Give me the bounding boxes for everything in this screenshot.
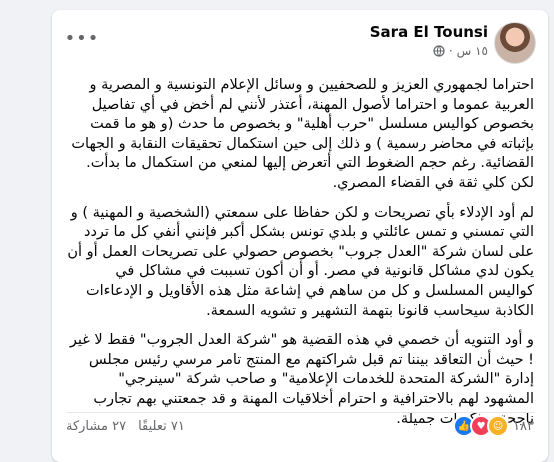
post-paragraph: لم أود الإدلاء بأي تصريحات و لكن حفاظا ع…: [67, 204, 534, 319]
post-footer: 👍 ♥ ☺ ١٨٣ ٧١ تعليقًا ٢٧ مشاركة: [66, 412, 534, 439]
meta-separator: ·: [448, 44, 453, 58]
reaction-icons: 👍 ♥ ☺: [453, 415, 510, 437]
globe-icon: [433, 45, 445, 57]
avatar[interactable]: [494, 22, 536, 64]
more-options-icon[interactable]: •••: [65, 26, 99, 50]
comments-count[interactable]: ٧١ تعليقًا: [138, 419, 185, 434]
author-name[interactable]: Sara El Tounsi: [370, 23, 488, 41]
care-icon: ☺: [487, 415, 510, 437]
shares-count[interactable]: ٢٧ مشاركة: [66, 419, 126, 434]
engagement-counts: ٧١ تعليقًا ٢٧ مشاركة: [66, 419, 185, 434]
post-card: Sara El Tounsi ١٥ س · ••• احتراما لجمهور…: [52, 10, 548, 462]
post-time[interactable]: ١٥ س: [457, 44, 488, 58]
reaction-count: ١٨٣: [513, 418, 534, 434]
post-body: احتراما لجمهوري العزيز و للصحفيين و وسائ…: [66, 76, 534, 439]
post-header: Sara El Tounsi ١٥ س · •••: [64, 22, 536, 66]
reactions-summary[interactable]: 👍 ♥ ☺ ١٨٣: [453, 415, 534, 437]
post-paragraph: احتراما لجمهوري العزيز و للصحفيين و وسائ…: [71, 77, 534, 191]
post-meta: ١٥ س ·: [433, 44, 488, 58]
